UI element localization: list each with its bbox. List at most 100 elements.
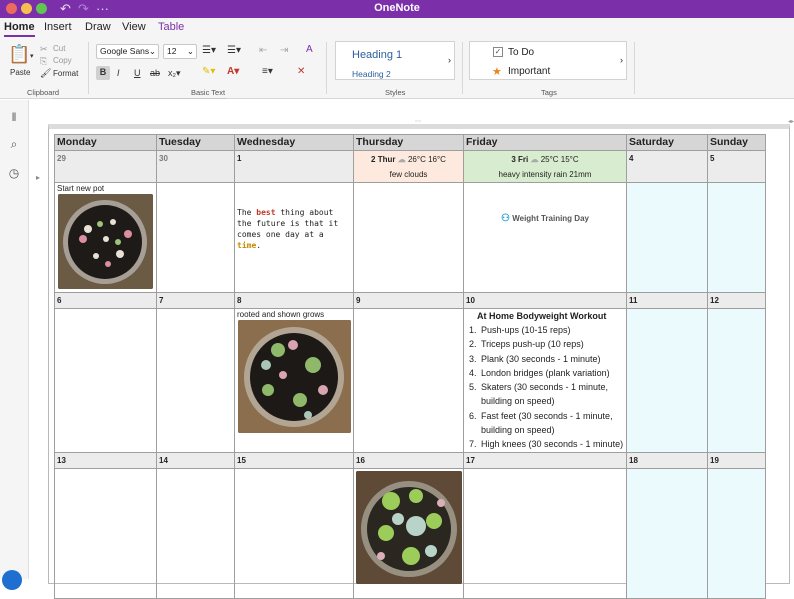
date-cell[interactable]: 11	[627, 293, 708, 309]
format-painter-icon[interactable]: 🖌	[40, 67, 51, 79]
content-cell[interactable]: Start new pot	[55, 183, 157, 293]
cut-icon[interactable]: ✂	[40, 43, 48, 55]
strikethrough-button[interactable]: ab	[150, 67, 160, 79]
date-label: 3 Fri	[511, 155, 528, 164]
chevron-right-icon[interactable]: ›	[448, 55, 451, 65]
align-icon[interactable]: ≡▾	[262, 66, 273, 78]
tab-draw[interactable]: Draw	[85, 21, 111, 33]
date-cell[interactable]: 9	[354, 293, 464, 309]
day-header: Sunday	[708, 135, 766, 151]
chevron-right-icon[interactable]: ›	[620, 55, 623, 65]
date-cell[interactable]: 4	[627, 151, 708, 183]
paste-icon[interactable]: 📋	[8, 44, 30, 64]
tab-home[interactable]: Home	[4, 21, 35, 37]
date-cell[interactable]: 12	[708, 293, 766, 309]
calendar-table: Monday Tuesday Wednesday Thursday Friday…	[54, 134, 766, 599]
date-cell[interactable]: 1	[235, 151, 354, 183]
heading-2-style[interactable]: Heading 2	[352, 69, 391, 79]
format-button[interactable]: Format	[53, 69, 78, 78]
highlight-icon[interactable]: ✎▾	[202, 66, 215, 78]
paste-button[interactable]: Paste	[10, 68, 30, 77]
weather-cell-thursday[interactable]: 2 Thur ☁ 26°C 16°C few clouds	[354, 151, 464, 183]
content-cell[interactable]: The best thing about the future is that …	[235, 183, 354, 293]
bullets-icon[interactable]: ☰▾	[202, 45, 216, 57]
outdent-icon[interactable]: ⇤	[259, 45, 267, 57]
date-cell[interactable]: 17	[464, 452, 627, 468]
date-cell[interactable]: 15	[235, 452, 354, 468]
dumbbell-icon: ⚇	[501, 213, 510, 224]
tag-todo[interactable]: To Do	[508, 47, 534, 58]
day-header: Friday	[464, 135, 627, 151]
content-cell[interactable]	[354, 309, 464, 453]
divider	[462, 42, 463, 94]
content-cell[interactable]	[627, 183, 708, 293]
date-cell[interactable]: 19	[708, 452, 766, 468]
subscript-button[interactable]: x₂▾	[168, 67, 181, 79]
tab-view[interactable]: View	[122, 21, 146, 33]
quote-part: .	[256, 241, 261, 250]
search-icon[interactable]: ⌕	[6, 137, 22, 153]
date-row: 29 30 1 2 Thur ☁ 26°C 16°C few clouds 3 …	[55, 151, 766, 183]
date-cell[interactable]: 14	[157, 452, 235, 468]
weather-cell-friday[interactable]: 3 Fri ☁ 25°C 15°C heavy intensity rain 2…	[464, 151, 627, 183]
date-cell[interactable]: 29	[55, 151, 157, 183]
content-cell[interactable]: At Home Bodyweight Workout Push-ups (10-…	[464, 309, 627, 453]
font-family-dropdown[interactable]: Google Sans⌄	[96, 44, 159, 59]
content-cell[interactable]: rooted and shown grows	[235, 309, 354, 453]
tab-insert[interactable]: Insert	[44, 21, 72, 33]
list-item: Push-ups (10-15 reps)	[479, 323, 624, 337]
numbering-icon[interactable]: ☰▾	[227, 45, 241, 57]
copy-button[interactable]: Copy	[53, 56, 72, 65]
date-cell[interactable]: 30	[157, 151, 235, 183]
tab-table[interactable]: Table	[158, 21, 184, 33]
note-text: Weight Training Day	[512, 214, 589, 223]
notebooks-icon[interactable]: 𝍪	[6, 108, 22, 124]
cut-button[interactable]: Cut	[53, 44, 65, 53]
paragraph-handle-icon[interactable]: ▸	[36, 173, 40, 182]
content-cell[interactable]	[354, 183, 464, 293]
content-cell[interactable]	[157, 309, 235, 453]
font-color-icon[interactable]: A▾	[227, 66, 239, 78]
quote-highlight: best	[256, 208, 275, 217]
ribbon: 📋 Paste ▾ ✂ Cut ⎘ Copy 🖌 Format Clipboar…	[0, 38, 794, 99]
succulent-pot-photo	[356, 471, 462, 584]
star-icon: ★	[492, 65, 502, 78]
note-text: Start new pot	[57, 183, 154, 194]
date-cell[interactable]: 7	[157, 293, 235, 309]
temperature: 26°C 16°C	[408, 155, 446, 164]
clear-formatting-icon[interactable]: ✕	[297, 66, 305, 78]
date-cell[interactable]: 10	[464, 293, 627, 309]
left-navigation: 𝍪 ⌕ ◷	[0, 100, 29, 579]
date-cell[interactable]: 6	[55, 293, 157, 309]
date-cell[interactable]: 13	[55, 452, 157, 468]
date-cell[interactable]: 16	[354, 452, 464, 468]
bold-button[interactable]: B	[96, 66, 110, 80]
date-cell[interactable]: 8	[235, 293, 354, 309]
recent-icon[interactable]: ◷	[6, 166, 22, 182]
heading-1-style[interactable]: Heading 1	[352, 49, 402, 61]
underline-button[interactable]: U	[134, 67, 141, 79]
date-cell[interactable]: 18	[627, 452, 708, 468]
date-cell[interactable]: 5	[708, 151, 766, 183]
content-cell[interactable]	[708, 183, 766, 293]
content-cell[interactable]	[708, 309, 766, 453]
divider	[634, 42, 635, 94]
content-cell[interactable]	[627, 309, 708, 453]
styles-pane-icon[interactable]: A	[306, 44, 313, 56]
account-avatar[interactable]	[2, 570, 22, 590]
content-cell[interactable]: ⚇ Weight Training Day	[464, 183, 627, 293]
indent-icon[interactable]: ⇥	[280, 45, 288, 57]
content-cell[interactable]	[157, 183, 235, 293]
clipboard-group-label: Clipboard	[27, 88, 59, 97]
tag-important[interactable]: Important	[508, 66, 550, 77]
list-item: London bridges (plank variation)	[479, 366, 624, 380]
date-row: 13 14 15 16 17 18 19	[55, 452, 766, 468]
header-row: Monday Tuesday Wednesday Thursday Friday…	[55, 135, 766, 151]
copy-icon[interactable]: ⎘	[40, 55, 47, 67]
italic-button[interactable]: I	[117, 67, 120, 79]
font-size-dropdown[interactable]: 12⌄	[163, 44, 197, 59]
quote-highlight: time	[237, 241, 256, 250]
list-item: Triceps push-up (10 reps)	[479, 337, 624, 351]
chevron-down-icon[interactable]: ▾	[30, 51, 34, 63]
content-cell[interactable]	[55, 309, 157, 453]
